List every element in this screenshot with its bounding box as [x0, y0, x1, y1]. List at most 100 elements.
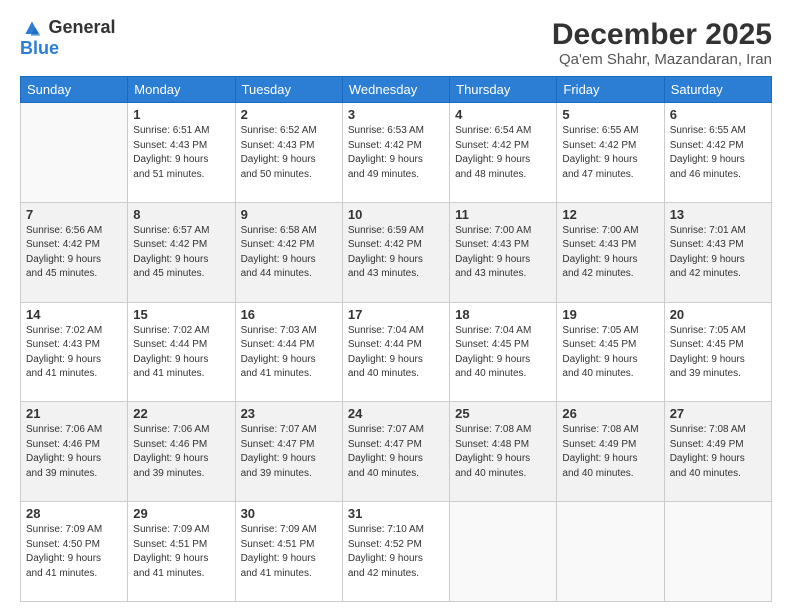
header: General Blue December 2025 Qa'em Shahr, …: [20, 18, 772, 68]
day-number: 6: [670, 107, 766, 122]
logo: General Blue: [20, 18, 116, 59]
day-number: 25: [455, 406, 551, 421]
day-number: 18: [455, 307, 551, 322]
day-number: 8: [133, 207, 229, 222]
title-block: December 2025 Qa'em Shahr, Mazandaran, I…: [552, 18, 772, 68]
calendar-day-cell: 28 Sunrise: 7:09 AMSunset: 4:50 PMDayligh…: [21, 502, 128, 602]
calendar-day-cell: 13 Sunrise: 7:01 AMSunset: 4:43 PMDayligh…: [664, 202, 771, 302]
calendar-day-cell: 16 Sunrise: 7:03 AMSunset: 4:44 PMDayligh…: [235, 302, 342, 402]
day-number: 23: [241, 406, 337, 421]
day-info: Sunrise: 7:07 AMSunset: 4:47 PMDaylight:…: [241, 423, 337, 481]
calendar-day-cell: 24 Sunrise: 7:07 AMSunset: 4:47 PMDayligh…: [342, 402, 449, 502]
calendar-week-row: 21 Sunrise: 7:06 AMSunset: 4:46 PMDayligh…: [21, 402, 772, 502]
day-number: 26: [562, 406, 658, 421]
day-info: Sunrise: 6:55 AMSunset: 4:42 PMDaylight:…: [562, 124, 658, 182]
calendar-header-row: SundayMondayTuesdayWednesdayThursdayFrid…: [21, 77, 772, 103]
day-number: 7: [26, 207, 122, 222]
month-title: December 2025: [552, 18, 772, 51]
day-info: Sunrise: 7:03 AMSunset: 4:44 PMDaylight:…: [241, 324, 337, 382]
day-info: Sunrise: 7:00 AMSunset: 4:43 PMDaylight:…: [562, 224, 658, 282]
day-info: Sunrise: 6:55 AMSunset: 4:42 PMDaylight:…: [670, 124, 766, 182]
day-number: 24: [348, 406, 444, 421]
day-number: 29: [133, 506, 229, 521]
day-number: 14: [26, 307, 122, 322]
calendar-day-cell: 8 Sunrise: 6:57 AMSunset: 4:42 PMDaylight…: [128, 202, 235, 302]
day-info: Sunrise: 6:58 AMSunset: 4:42 PMDaylight:…: [241, 224, 337, 282]
day-info: Sunrise: 7:06 AMSunset: 4:46 PMDaylight:…: [26, 423, 122, 481]
calendar-header-cell: Friday: [557, 77, 664, 103]
calendar-day-cell: 29 Sunrise: 7:09 AMSunset: 4:51 PMDayligh…: [128, 502, 235, 602]
calendar-day-cell: [664, 502, 771, 602]
day-info: Sunrise: 7:06 AMSunset: 4:46 PMDaylight:…: [133, 423, 229, 481]
day-info: Sunrise: 7:04 AMSunset: 4:45 PMDaylight:…: [455, 324, 551, 382]
day-number: 3: [348, 107, 444, 122]
day-info: Sunrise: 6:56 AMSunset: 4:42 PMDaylight:…: [26, 224, 122, 282]
calendar-table: SundayMondayTuesdayWednesdayThursdayFrid…: [20, 76, 772, 602]
day-info: Sunrise: 7:09 AMSunset: 4:50 PMDaylight:…: [26, 523, 122, 581]
calendar-week-row: 14Sunrise: 7:02 AMSunset: 4:43 PMDayligh…: [21, 302, 772, 402]
calendar-day-cell: 4 Sunrise: 6:54 AMSunset: 4:42 PMDaylight…: [450, 103, 557, 203]
calendar-day-cell: 25Sunrise: 7:08 AMSunset: 4:48 PMDayligh…: [450, 402, 557, 502]
calendar-day-cell: 12 Sunrise: 7:00 AMSunset: 4:43 PMDayligh…: [557, 202, 664, 302]
day-info: Sunrise: 6:51 AMSunset: 4:43 PMDaylight:…: [133, 124, 229, 182]
calendar-day-cell: 18 Sunrise: 7:04 AMSunset: 4:45 PMDayligh…: [450, 302, 557, 402]
day-number: 28: [26, 506, 122, 521]
calendar-day-cell: 14Sunrise: 7:02 AMSunset: 4:43 PMDayligh…: [21, 302, 128, 402]
day-number: 12: [562, 207, 658, 222]
calendar-day-cell: 17 Sunrise: 7:04 AMSunset: 4:44 PMDayligh…: [342, 302, 449, 402]
day-number: 2: [241, 107, 337, 122]
day-number: 16: [241, 307, 337, 322]
day-number: 30: [241, 506, 337, 521]
calendar-day-cell: 15 Sunrise: 7:02 AMSunset: 4:44 PMDayligh…: [128, 302, 235, 402]
calendar-body: 1 Sunrise: 6:51 AMSunset: 4:43 PMDaylight…: [21, 103, 772, 602]
day-info: Sunrise: 7:01 AMSunset: 4:43 PMDaylight:…: [670, 224, 766, 282]
day-number: 20: [670, 307, 766, 322]
day-info: Sunrise: 7:00 AMSunset: 4:43 PMDaylight:…: [455, 224, 551, 282]
calendar-day-cell: 30 Sunrise: 7:09 AMSunset: 4:51 PMDayligh…: [235, 502, 342, 602]
calendar-week-row: 7 Sunrise: 6:56 AMSunset: 4:42 PMDaylight…: [21, 202, 772, 302]
calendar-day-cell: 9Sunrise: 6:58 AMSunset: 4:42 PMDaylight…: [235, 202, 342, 302]
day-info: Sunrise: 7:08 AMSunset: 4:49 PMDaylight:…: [670, 423, 766, 481]
day-number: 21: [26, 406, 122, 421]
calendar-day-cell: [450, 502, 557, 602]
day-info: Sunrise: 6:59 AMSunset: 4:42 PMDaylight:…: [348, 224, 444, 282]
calendar-week-row: 28 Sunrise: 7:09 AMSunset: 4:50 PMDayligh…: [21, 502, 772, 602]
calendar-header-cell: Monday: [128, 77, 235, 103]
day-info: Sunrise: 6:53 AMSunset: 4:42 PMDaylight:…: [348, 124, 444, 182]
day-info: Sunrise: 7:08 AMSunset: 4:49 PMDaylight:…: [562, 423, 658, 481]
day-info: Sunrise: 7:04 AMSunset: 4:44 PMDaylight:…: [348, 324, 444, 382]
subtitle: Qa'em Shahr, Mazandaran, Iran: [552, 51, 772, 68]
day-info: Sunrise: 7:09 AMSunset: 4:51 PMDaylight:…: [241, 523, 337, 581]
calendar-day-cell: 20 Sunrise: 7:05 AMSunset: 4:45 PMDayligh…: [664, 302, 771, 402]
calendar-day-cell: 31Sunrise: 7:10 AMSunset: 4:52 PMDayligh…: [342, 502, 449, 602]
calendar-day-cell: 27 Sunrise: 7:08 AMSunset: 4:49 PMDayligh…: [664, 402, 771, 502]
calendar-day-cell: 22 Sunrise: 7:06 AMSunset: 4:46 PMDayligh…: [128, 402, 235, 502]
calendar-week-row: 1 Sunrise: 6:51 AMSunset: 4:43 PMDaylight…: [21, 103, 772, 203]
calendar-day-cell: 5Sunrise: 6:55 AMSunset: 4:42 PMDaylight…: [557, 103, 664, 203]
calendar-header-cell: Tuesday: [235, 77, 342, 103]
day-number: 10: [348, 207, 444, 222]
calendar-header-cell: Thursday: [450, 77, 557, 103]
calendar-day-cell: 6 Sunrise: 6:55 AMSunset: 4:42 PMDaylight…: [664, 103, 771, 203]
calendar-day-cell: 2Sunrise: 6:52 AMSunset: 4:43 PMDaylight…: [235, 103, 342, 203]
day-number: 13: [670, 207, 766, 222]
day-info: Sunrise: 7:02 AMSunset: 4:44 PMDaylight:…: [133, 324, 229, 382]
day-number: 22: [133, 406, 229, 421]
calendar-day-cell: 23 Sunrise: 7:07 AMSunset: 4:47 PMDayligh…: [235, 402, 342, 502]
day-number: 31: [348, 506, 444, 521]
day-number: 27: [670, 406, 766, 421]
day-info: Sunrise: 6:54 AMSunset: 4:42 PMDaylight:…: [455, 124, 551, 182]
day-info: Sunrise: 7:07 AMSunset: 4:47 PMDaylight:…: [348, 423, 444, 481]
logo-icon: [22, 19, 42, 39]
calendar-day-cell: [557, 502, 664, 602]
day-number: 1: [133, 107, 229, 122]
day-number: 15: [133, 307, 229, 322]
day-info: Sunrise: 7:05 AMSunset: 4:45 PMDaylight:…: [670, 324, 766, 382]
calendar-day-cell: 26 Sunrise: 7:08 AMSunset: 4:49 PMDayligh…: [557, 402, 664, 502]
day-number: 4: [455, 107, 551, 122]
day-info: Sunrise: 7:09 AMSunset: 4:51 PMDaylight:…: [133, 523, 229, 581]
day-number: 17: [348, 307, 444, 322]
calendar-header-cell: Saturday: [664, 77, 771, 103]
calendar-header-cell: Sunday: [21, 77, 128, 103]
day-info: Sunrise: 6:57 AMSunset: 4:42 PMDaylight:…: [133, 224, 229, 282]
